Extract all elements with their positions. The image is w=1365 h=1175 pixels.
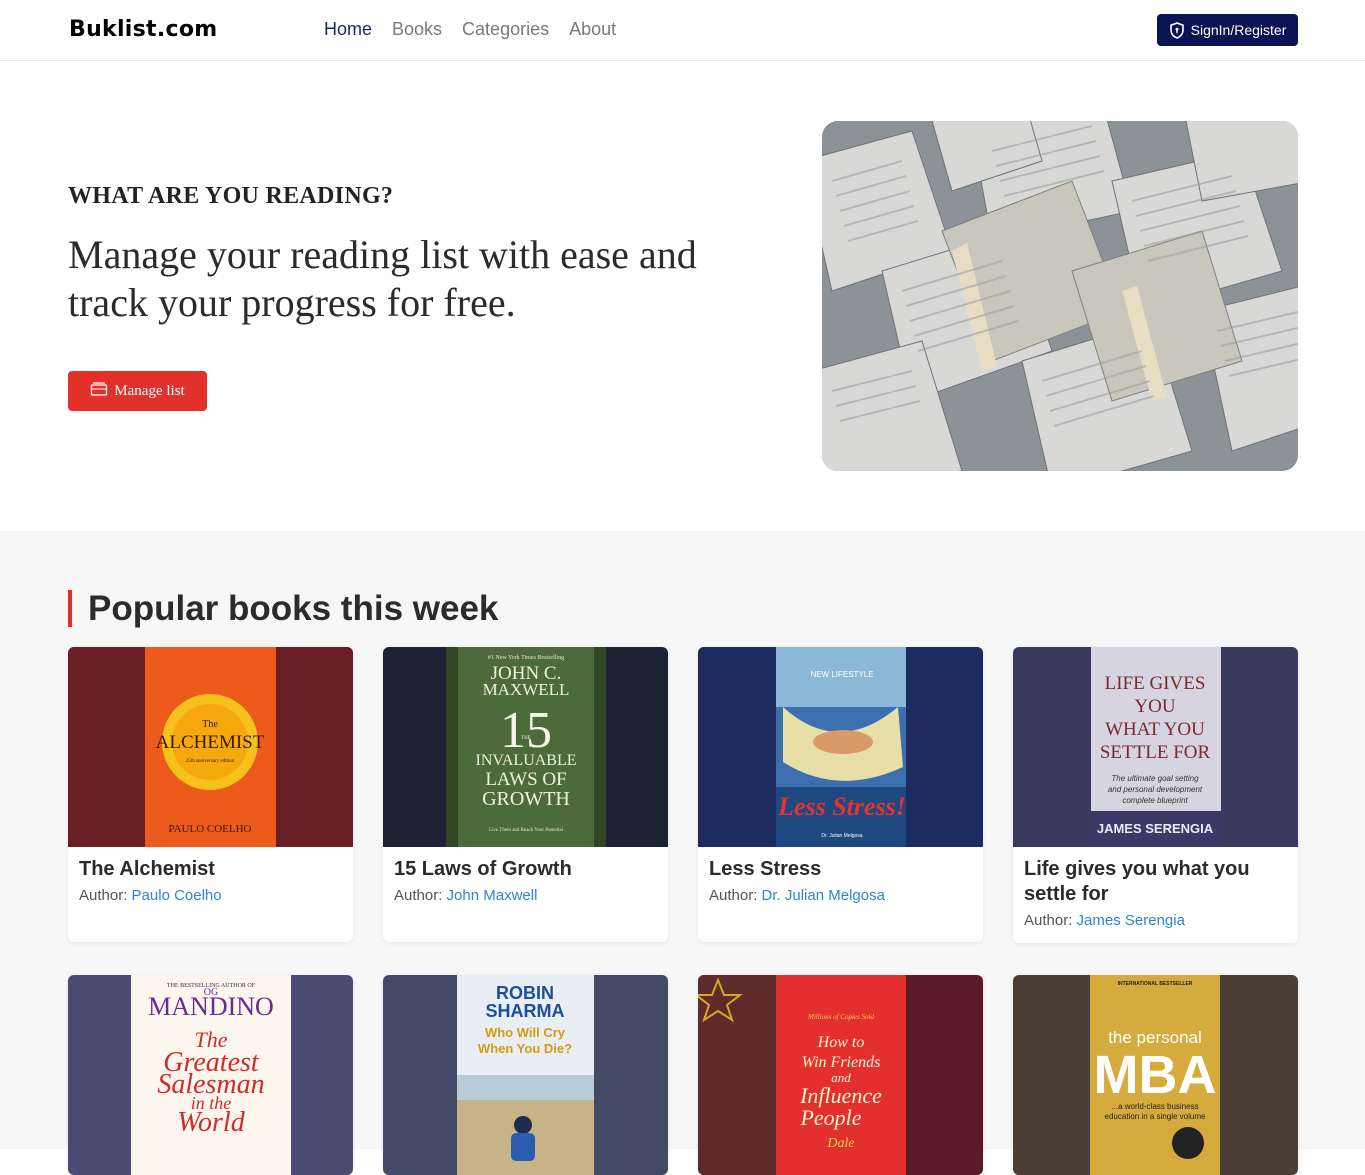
book-author-line: Author: John Maxwell [394, 886, 658, 906]
nav-books[interactable]: Books [392, 19, 442, 40]
book-cover[interactable]: The ALCHEMIST 25th anniversary edition P… [68, 647, 353, 847]
card-body: Less Stress Author: Dr. Julian Melgosa [698, 847, 983, 906]
book-author-line: Author: James Serengia [1024, 911, 1288, 931]
author-prefix: Author: [1024, 912, 1073, 929]
book-title[interactable]: Less Stress [709, 857, 973, 882]
navbar: Buklist.com Home Books Categories About … [0, 0, 1365, 61]
cover-l5: People [799, 1105, 861, 1130]
author-prefix: Author: [394, 887, 443, 904]
book-cover[interactable]: #1 New York Times Bestselling JOHN C. MA… [383, 647, 668, 847]
cover-top: INTERNATIONAL BESTSELLER [1118, 981, 1193, 987]
cover-top: The [202, 719, 218, 730]
book-cover[interactable]: LIFE GIVES YOU WHAT YOU SETTLE FOR The u… [1013, 647, 1298, 847]
cover-the: THE [521, 736, 531, 741]
author-link[interactable]: James Serengia [1077, 912, 1185, 929]
book-card[interactable]: INTERNATIONAL BESTSELLER the personal MB… [1013, 975, 1298, 1175]
cover-series: NEW LIFESTYLE [810, 670, 873, 679]
card-body: The Alchemist Author: Paulo Coelho [68, 847, 353, 906]
cover-s1: ...a world-class business [1111, 1102, 1198, 1111]
book-card[interactable]: NEW LIFESTYLE Less Stress! Dr. Julian Me… [698, 647, 983, 942]
hero-open-books-image [822, 121, 1298, 471]
cover-l4: SETTLE FOR [1100, 742, 1211, 763]
book-card[interactable]: Millions of Copies Sold How to Win Frien… [698, 975, 983, 1175]
cover-top: Millions of Copies Sold [807, 1013, 874, 1021]
book-author-line: Author: Dr. Julian Melgosa [709, 886, 973, 906]
book-cover[interactable]: INTERNATIONAL BESTSELLER the personal MB… [1013, 975, 1298, 1175]
book-title[interactable]: The Alchemist [79, 857, 343, 882]
cover-name2: MANDINO [148, 992, 274, 1021]
nav-categories[interactable]: Categories [462, 19, 549, 40]
book-cover[interactable]: NEW LIFESTYLE Less Stress! Dr. Julian Me… [698, 647, 983, 847]
nav-about[interactable]: About [569, 19, 616, 40]
cover-s1: The ultimate goal setting [1111, 774, 1199, 783]
book-author-line: Author: Paulo Coelho [79, 886, 343, 906]
cover-l1: How to [817, 1034, 865, 1051]
hero-section: WHAT ARE YOU READING? Manage your readin… [0, 61, 1365, 531]
hero-eyebrow: WHAT ARE YOU READING? [68, 183, 394, 209]
card-body: Life gives you what you settle for Autho… [1013, 847, 1298, 931]
brand-logo[interactable]: Buklist.com [69, 17, 218, 42]
book-card[interactable]: The ALCHEMIST 25th anniversary edition P… [68, 647, 353, 942]
cover-top: #1 New York Times Bestselling [488, 655, 564, 661]
nav-links: Home Books Categories About [324, 19, 616, 40]
cover-l2: LAWS OF [485, 769, 566, 790]
card-body: 15 Laws of Growth Author: John Maxwell [383, 847, 668, 906]
cover-s2: education in a single volume [1105, 1112, 1207, 1121]
cover-l2: Win Friends [802, 1054, 881, 1071]
popular-books-section: Popular books this week The ALCHEMIST 25… [0, 531, 1365, 1175]
book-title[interactable]: 15 Laws of Growth [394, 857, 658, 882]
signin-label: SignIn/Register [1190, 22, 1287, 38]
author-link[interactable]: John Maxwell [447, 887, 538, 904]
book-card[interactable]: #1 New York Times Bestselling JOHN C. MA… [383, 647, 668, 942]
cover-sub: 25th anniversary edition [186, 759, 235, 764]
cover-l3: GROWTH [482, 788, 570, 810]
list-icon [90, 381, 108, 402]
cover-l3: WHAT YOU [1105, 719, 1205, 740]
author-link[interactable]: Dr. Julian Melgosa [762, 887, 885, 904]
cover-name1: ROBIN [496, 983, 554, 1003]
book-cover[interactable]: Millions of Copies Sold How to Win Frien… [698, 975, 983, 1175]
cover-author: Dr. Julian Melgosa [821, 833, 862, 839]
cover-l5: World [177, 1107, 245, 1138]
manage-list-label: Manage list [114, 382, 185, 399]
cover-tag: Live Them and Reach Your Potential [489, 828, 564, 833]
author-prefix: Author: [79, 887, 128, 904]
book-cover[interactable]: THE BESTSELLING AUTHOR OF OG MANDINO The… [68, 975, 353, 1175]
book-title[interactable]: Life gives you what you settle for [1024, 857, 1288, 907]
cover-l2: When You Die? [478, 1041, 572, 1056]
author-link[interactable]: Paulo Coelho [132, 887, 222, 904]
book-card[interactable]: ROBIN SHARMA Who Will Cry When You Die? [383, 975, 668, 1175]
book-card[interactable]: THE BESTSELLING AUTHOR OF OG MANDINO The… [68, 975, 353, 1175]
manage-list-button[interactable]: Manage list [68, 371, 207, 411]
cover-l1: Who Will Cry [485, 1025, 566, 1040]
signin-register-button[interactable]: SignIn/Register [1157, 14, 1298, 46]
cover-l2: MBA [1094, 1045, 1217, 1105]
author-prefix: Author: [709, 887, 758, 904]
cover-l2: YOU [1134, 696, 1175, 717]
shield-icon [1169, 21, 1185, 39]
cover-author: JAMES SERENGIA [1097, 821, 1214, 836]
cover-author: PAULO COELHO [168, 823, 251, 835]
book-cover[interactable]: ROBIN SHARMA Who Will Cry When You Die? [383, 975, 668, 1175]
book-card[interactable]: LIFE GIVES YOU WHAT YOU SETTLE FOR The u… [1013, 647, 1298, 943]
cover-l1: INVALUABLE [475, 752, 576, 769]
cover-l1: LIFE GIVES [1105, 673, 1206, 694]
cover-num: 15 [500, 702, 552, 759]
section-title: Popular books this week [68, 590, 498, 627]
cover-s3: complete blueprint [1122, 796, 1188, 805]
cover-name2: SHARMA [486, 1001, 565, 1021]
cover-main: ALCHEMIST [156, 732, 265, 753]
cover-main: Less Stress! [777, 792, 906, 821]
cover-name2: MAXWELL [483, 680, 570, 699]
hero-headline: Manage your reading list with ease and t… [68, 232, 697, 325]
nav-home[interactable]: Home [324, 19, 372, 40]
cover-s2: and personal development [1108, 785, 1203, 794]
